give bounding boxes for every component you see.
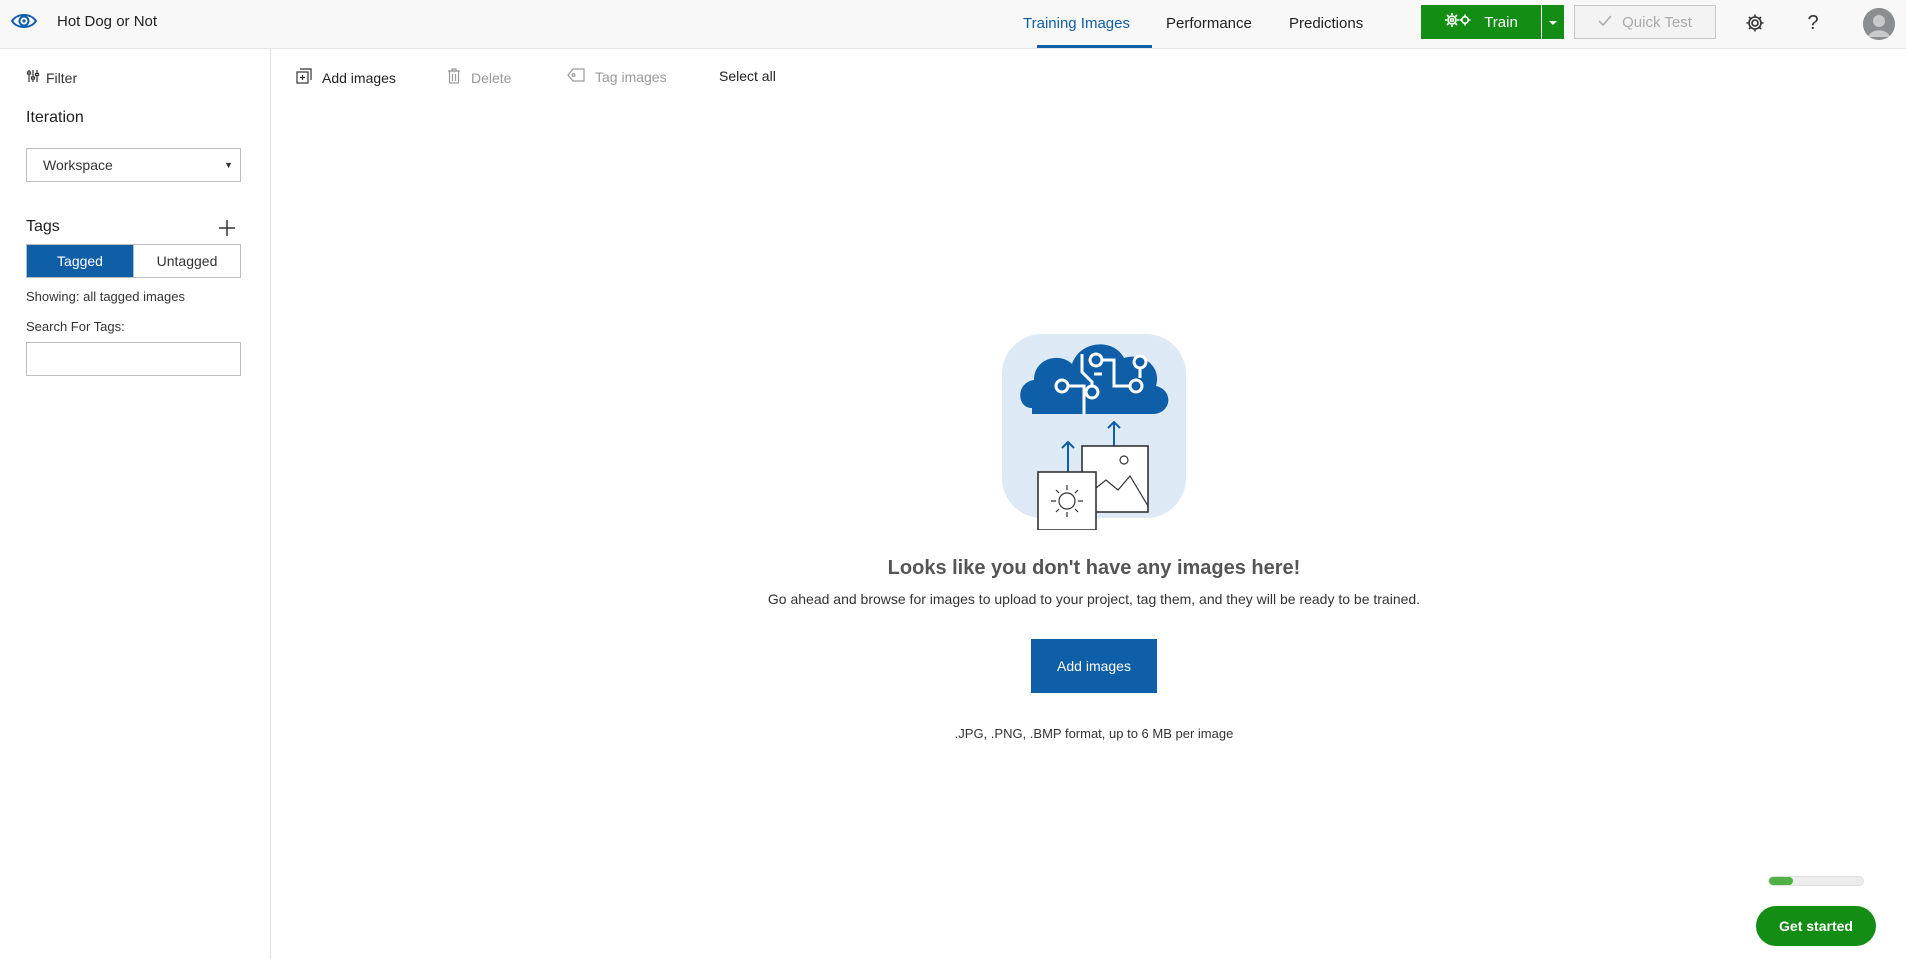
caret-down-icon bbox=[1548, 13, 1558, 31]
add-tag-icon[interactable] bbox=[215, 216, 239, 240]
delete-toolbar-button[interactable]: Delete bbox=[447, 68, 511, 87]
filter-sliders-icon bbox=[26, 69, 40, 86]
tab-training-images[interactable]: Training Images bbox=[1023, 15, 1130, 32]
iteration-value: Workspace bbox=[43, 157, 113, 173]
showing-status: Showing: all tagged images bbox=[26, 289, 185, 304]
avatar[interactable] bbox=[1863, 8, 1895, 40]
iteration-heading: Iteration bbox=[26, 109, 84, 126]
untagged-toggle[interactable]: Untagged bbox=[133, 245, 240, 277]
checkmark-icon bbox=[1598, 14, 1612, 31]
tag-images-toolbar-button[interactable]: Tag images bbox=[567, 68, 667, 85]
eye-logo-icon[interactable] bbox=[10, 10, 38, 32]
chevron-down-icon: ▼ bbox=[224, 160, 233, 170]
train-button[interactable]: Train bbox=[1421, 5, 1541, 39]
empty-state-title: Looks like you don't have any images her… bbox=[887, 557, 1301, 579]
quick-test-label: Quick Test bbox=[1622, 13, 1692, 31]
project-title[interactable]: Hot Dog or Not bbox=[57, 13, 157, 30]
train-label: Train bbox=[1484, 13, 1518, 31]
filter-toggle[interactable]: Filter bbox=[26, 69, 77, 86]
tab-predictions[interactable]: Predictions bbox=[1289, 15, 1363, 32]
upload-illustration bbox=[1002, 330, 1186, 531]
help-icon[interactable]: ? bbox=[1802, 12, 1824, 34]
tagged-toggle[interactable]: Tagged bbox=[27, 245, 133, 277]
tags-heading: Tags bbox=[26, 218, 60, 235]
filter-sidebar: Filter Iteration Workspace ▼ Tags Tagged… bbox=[0, 49, 271, 959]
train-dropdown-button[interactable] bbox=[1542, 5, 1564, 39]
select-all-button[interactable]: Select all bbox=[719, 68, 776, 84]
supported-formats-note: .JPG, .PNG, .BMP format, up to 6 MB per … bbox=[954, 726, 1234, 741]
add-image-icon bbox=[296, 68, 312, 87]
tag-filter-toggle: Tagged Untagged bbox=[26, 244, 241, 278]
get-started-button[interactable]: Get started bbox=[1756, 906, 1876, 946]
settings-icon[interactable] bbox=[1744, 12, 1766, 34]
trash-icon bbox=[447, 68, 461, 87]
onboarding-progress-fill bbox=[1769, 877, 1793, 885]
add-images-toolbar-button[interactable]: Add images bbox=[296, 68, 396, 87]
onboarding-progress-bar bbox=[1768, 876, 1864, 886]
quick-test-button[interactable]: Quick Test bbox=[1574, 5, 1716, 39]
select-all-label: Select all bbox=[719, 68, 776, 84]
delete-label: Delete bbox=[471, 69, 512, 86]
tag-images-label: Tag images bbox=[595, 68, 667, 85]
empty-state-description: Go ahead and browse for images to upload… bbox=[767, 591, 1421, 607]
iteration-select[interactable]: Workspace ▼ bbox=[26, 148, 241, 182]
tag-icon bbox=[567, 68, 585, 85]
add-images-button[interactable]: Add images bbox=[1031, 639, 1157, 693]
search-tags-input[interactable] bbox=[26, 342, 241, 376]
active-tab-indicator bbox=[1037, 45, 1152, 48]
top-bar: Hot Dog or Not Training Images Performan… bbox=[0, 0, 1906, 49]
add-images-label: Add images bbox=[322, 69, 396, 86]
gears-icon bbox=[1444, 12, 1472, 32]
search-tags-label: Search For Tags: bbox=[26, 319, 125, 334]
tab-performance[interactable]: Performance bbox=[1166, 15, 1252, 32]
filter-label: Filter bbox=[46, 69, 78, 86]
